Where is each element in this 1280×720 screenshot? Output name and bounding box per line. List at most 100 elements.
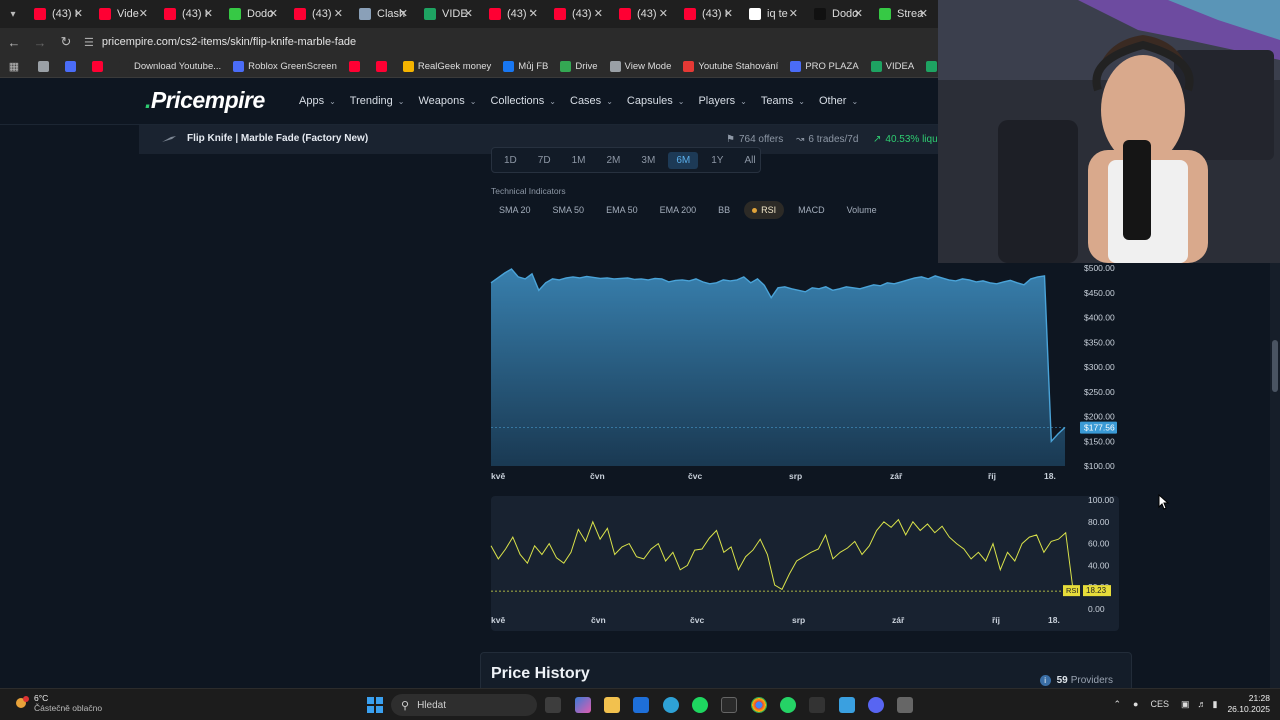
providers-badge[interactable]: i 59 Providers (1039, 675, 1113, 686)
period-2m[interactable]: 2M (599, 152, 629, 169)
file-explorer-icon[interactable] (604, 697, 620, 713)
nav-item-collections[interactable]: Collections ⌄ (490, 95, 556, 107)
tab-close-icon[interactable]: ✕ (854, 7, 863, 20)
nav-item-other[interactable]: Other ⌄ (819, 95, 858, 107)
bookmark-item[interactable]: Roblox GreenScreen (233, 61, 337, 72)
browser-tab[interactable]: (43) ✕ (286, 0, 351, 28)
nav-item-cases[interactable]: Cases ⌄ (570, 95, 613, 107)
apps-grid-icon[interactable]: ▦ (2, 55, 26, 79)
bookmark-item[interactable]: Youtube Stahování (683, 61, 778, 72)
period-1m[interactable]: 1M (564, 152, 594, 169)
start-icon[interactable] (367, 697, 383, 713)
discord-icon[interactable] (868, 697, 884, 713)
period-3m[interactable]: 3M (633, 152, 663, 169)
indicator-rsi[interactable]: RSI (744, 201, 785, 219)
copilot-icon[interactable] (575, 697, 591, 713)
period-1d[interactable]: 1D (496, 152, 525, 169)
edge-icon[interactable] (663, 697, 679, 713)
reload-icon[interactable]: ↻ (54, 30, 78, 54)
price-chart[interactable]: $500.00 $450.00 $400.00 $350.00 $300.00 $250.… (480, 255, 1120, 490)
weather-widget[interactable]: 6°C Částečně oblačno (14, 693, 102, 713)
bookmark-item[interactable] (348, 61, 364, 72)
epic-games-icon[interactable] (809, 697, 825, 713)
language-indicator[interactable]: CES (1150, 699, 1169, 709)
tab-search-icon[interactable]: ▾ (0, 0, 26, 28)
terminal-icon[interactable] (721, 697, 737, 713)
browser-tab[interactable]: iq te ✕ (741, 0, 806, 28)
microphone-icon[interactable]: ● (1133, 699, 1138, 709)
browser-tab[interactable]: (43) I ✕ (156, 0, 221, 28)
bookmark-item[interactable]: Drive (560, 61, 598, 72)
bookmark-item[interactable] (38, 61, 53, 72)
bookmark-item[interactable]: RealGeek money (402, 61, 491, 72)
tab-close-icon[interactable]: ✕ (919, 7, 928, 20)
tab-close-icon[interactable]: ✕ (399, 7, 408, 20)
browser-tab[interactable]: (43) I ✕ (676, 0, 741, 28)
nav-item-weapons[interactable]: Weapons ⌄ (419, 95, 477, 107)
tab-close-icon[interactable]: ✕ (269, 7, 278, 20)
browser-tab[interactable]: Strea ✕ (871, 0, 936, 28)
bookmark-item[interactable] (375, 61, 391, 72)
tab-close-icon[interactable]: ✕ (334, 7, 343, 20)
indicator-ema-50[interactable]: EMA 50 (598, 201, 646, 219)
browser-tab[interactable]: Vide ✕ (91, 0, 156, 28)
nav-item-apps[interactable]: Apps ⌄ (299, 95, 336, 107)
app-f-icon[interactable] (839, 697, 855, 713)
volume-icon[interactable]: ♬ (1198, 699, 1207, 709)
spotify-icon[interactable] (692, 697, 708, 713)
indicator-sma-20[interactable]: SMA 20 (491, 201, 539, 219)
tab-close-icon[interactable]: ✕ (594, 7, 603, 20)
indicator-ema-200[interactable]: EMA 200 (652, 201, 705, 219)
browser-tab[interactable]: (43) ‘✕ (481, 0, 546, 28)
indicator-sma-50[interactable]: SMA 50 (545, 201, 593, 219)
chrome-icon[interactable] (751, 697, 767, 713)
network-icon[interactable]: ▣ (1181, 699, 1190, 710)
tab-close-icon[interactable]: ✕ (74, 7, 83, 20)
tab-close-icon[interactable]: ✕ (139, 7, 148, 20)
browser-tab[interactable]: Clash ✕ (351, 0, 416, 28)
period-7d[interactable]: 7D (530, 152, 559, 169)
bookmark-item[interactable]: PRO PLAZA (790, 61, 859, 72)
battery-icon[interactable]: ▮ (1213, 699, 1218, 710)
bookmark-item[interactable] (65, 61, 80, 72)
period-1y[interactable]: 1Y (703, 152, 731, 169)
bookmark-item[interactable]: View Mode (609, 61, 671, 72)
period-6m[interactable]: 6M (668, 151, 699, 169)
bookmark-item[interactable]: VIDEA (870, 61, 914, 72)
period-all[interactable]: All (736, 152, 763, 169)
browser-tab[interactable]: (43) ✕ (546, 0, 611, 28)
indicator-bb[interactable]: BB (710, 201, 738, 219)
tab-close-icon[interactable]: ✕ (724, 7, 733, 20)
browser-tab[interactable]: (43) I ✕ (26, 0, 91, 28)
clock[interactable]: 21:28 26.10.2025 (1227, 693, 1270, 715)
tray-chevron-icon[interactable]: ⌃ (1113, 699, 1121, 710)
browser-tab[interactable]: VIDE ✕ (416, 0, 481, 28)
task-view-icon[interactable] (545, 697, 561, 713)
rsi-chart[interactable]: 100.0080.0060.0040.0020.000.00RSI18.23 k… (480, 490, 1130, 630)
tab-close-icon[interactable]: ✕ (464, 7, 473, 20)
bookmark-item[interactable]: Můj FB (503, 61, 548, 72)
nav-item-teams[interactable]: Teams ⌄ (761, 95, 805, 107)
indicator-volume[interactable]: Volume (839, 201, 885, 219)
browser-tab[interactable]: Dodo ✕ (806, 0, 871, 28)
nav-item-players[interactable]: Players ⌄ (698, 95, 746, 107)
site-info-icon[interactable]: ☰ (84, 36, 94, 49)
url-field[interactable]: ☰ pricempire.com/cs2-items/skin/flip-kni… (84, 36, 356, 49)
browser-tab[interactable]: (43) ✕ (611, 0, 676, 28)
scrollbar-track[interactable] (1270, 263, 1280, 688)
back-icon[interactable]: ← (2, 30, 26, 54)
tab-close-icon[interactable]: ✕ (789, 7, 798, 20)
nav-item-trending[interactable]: Trending ⌄ (350, 95, 405, 107)
scrollbar-thumb[interactable] (1272, 340, 1278, 392)
bookmark-item[interactable]: Download Youtube... (119, 61, 221, 72)
forward-icon[interactable]: → (28, 30, 52, 54)
tab-close-icon[interactable]: ✕ (529, 7, 538, 20)
indicator-macd[interactable]: MACD (790, 201, 833, 219)
tab-close-icon[interactable]: ✕ (659, 7, 668, 20)
browser-tab[interactable]: Dodo ✕ (221, 0, 286, 28)
calculator-icon[interactable] (897, 697, 913, 713)
pricempire-logo[interactable]: .Pricempire (145, 87, 265, 114)
outlook-icon[interactable] (633, 697, 649, 713)
taskbar-search[interactable]: ⚲ Hledat (391, 694, 537, 716)
nav-item-capsules[interactable]: Capsules ⌄ (627, 95, 685, 107)
